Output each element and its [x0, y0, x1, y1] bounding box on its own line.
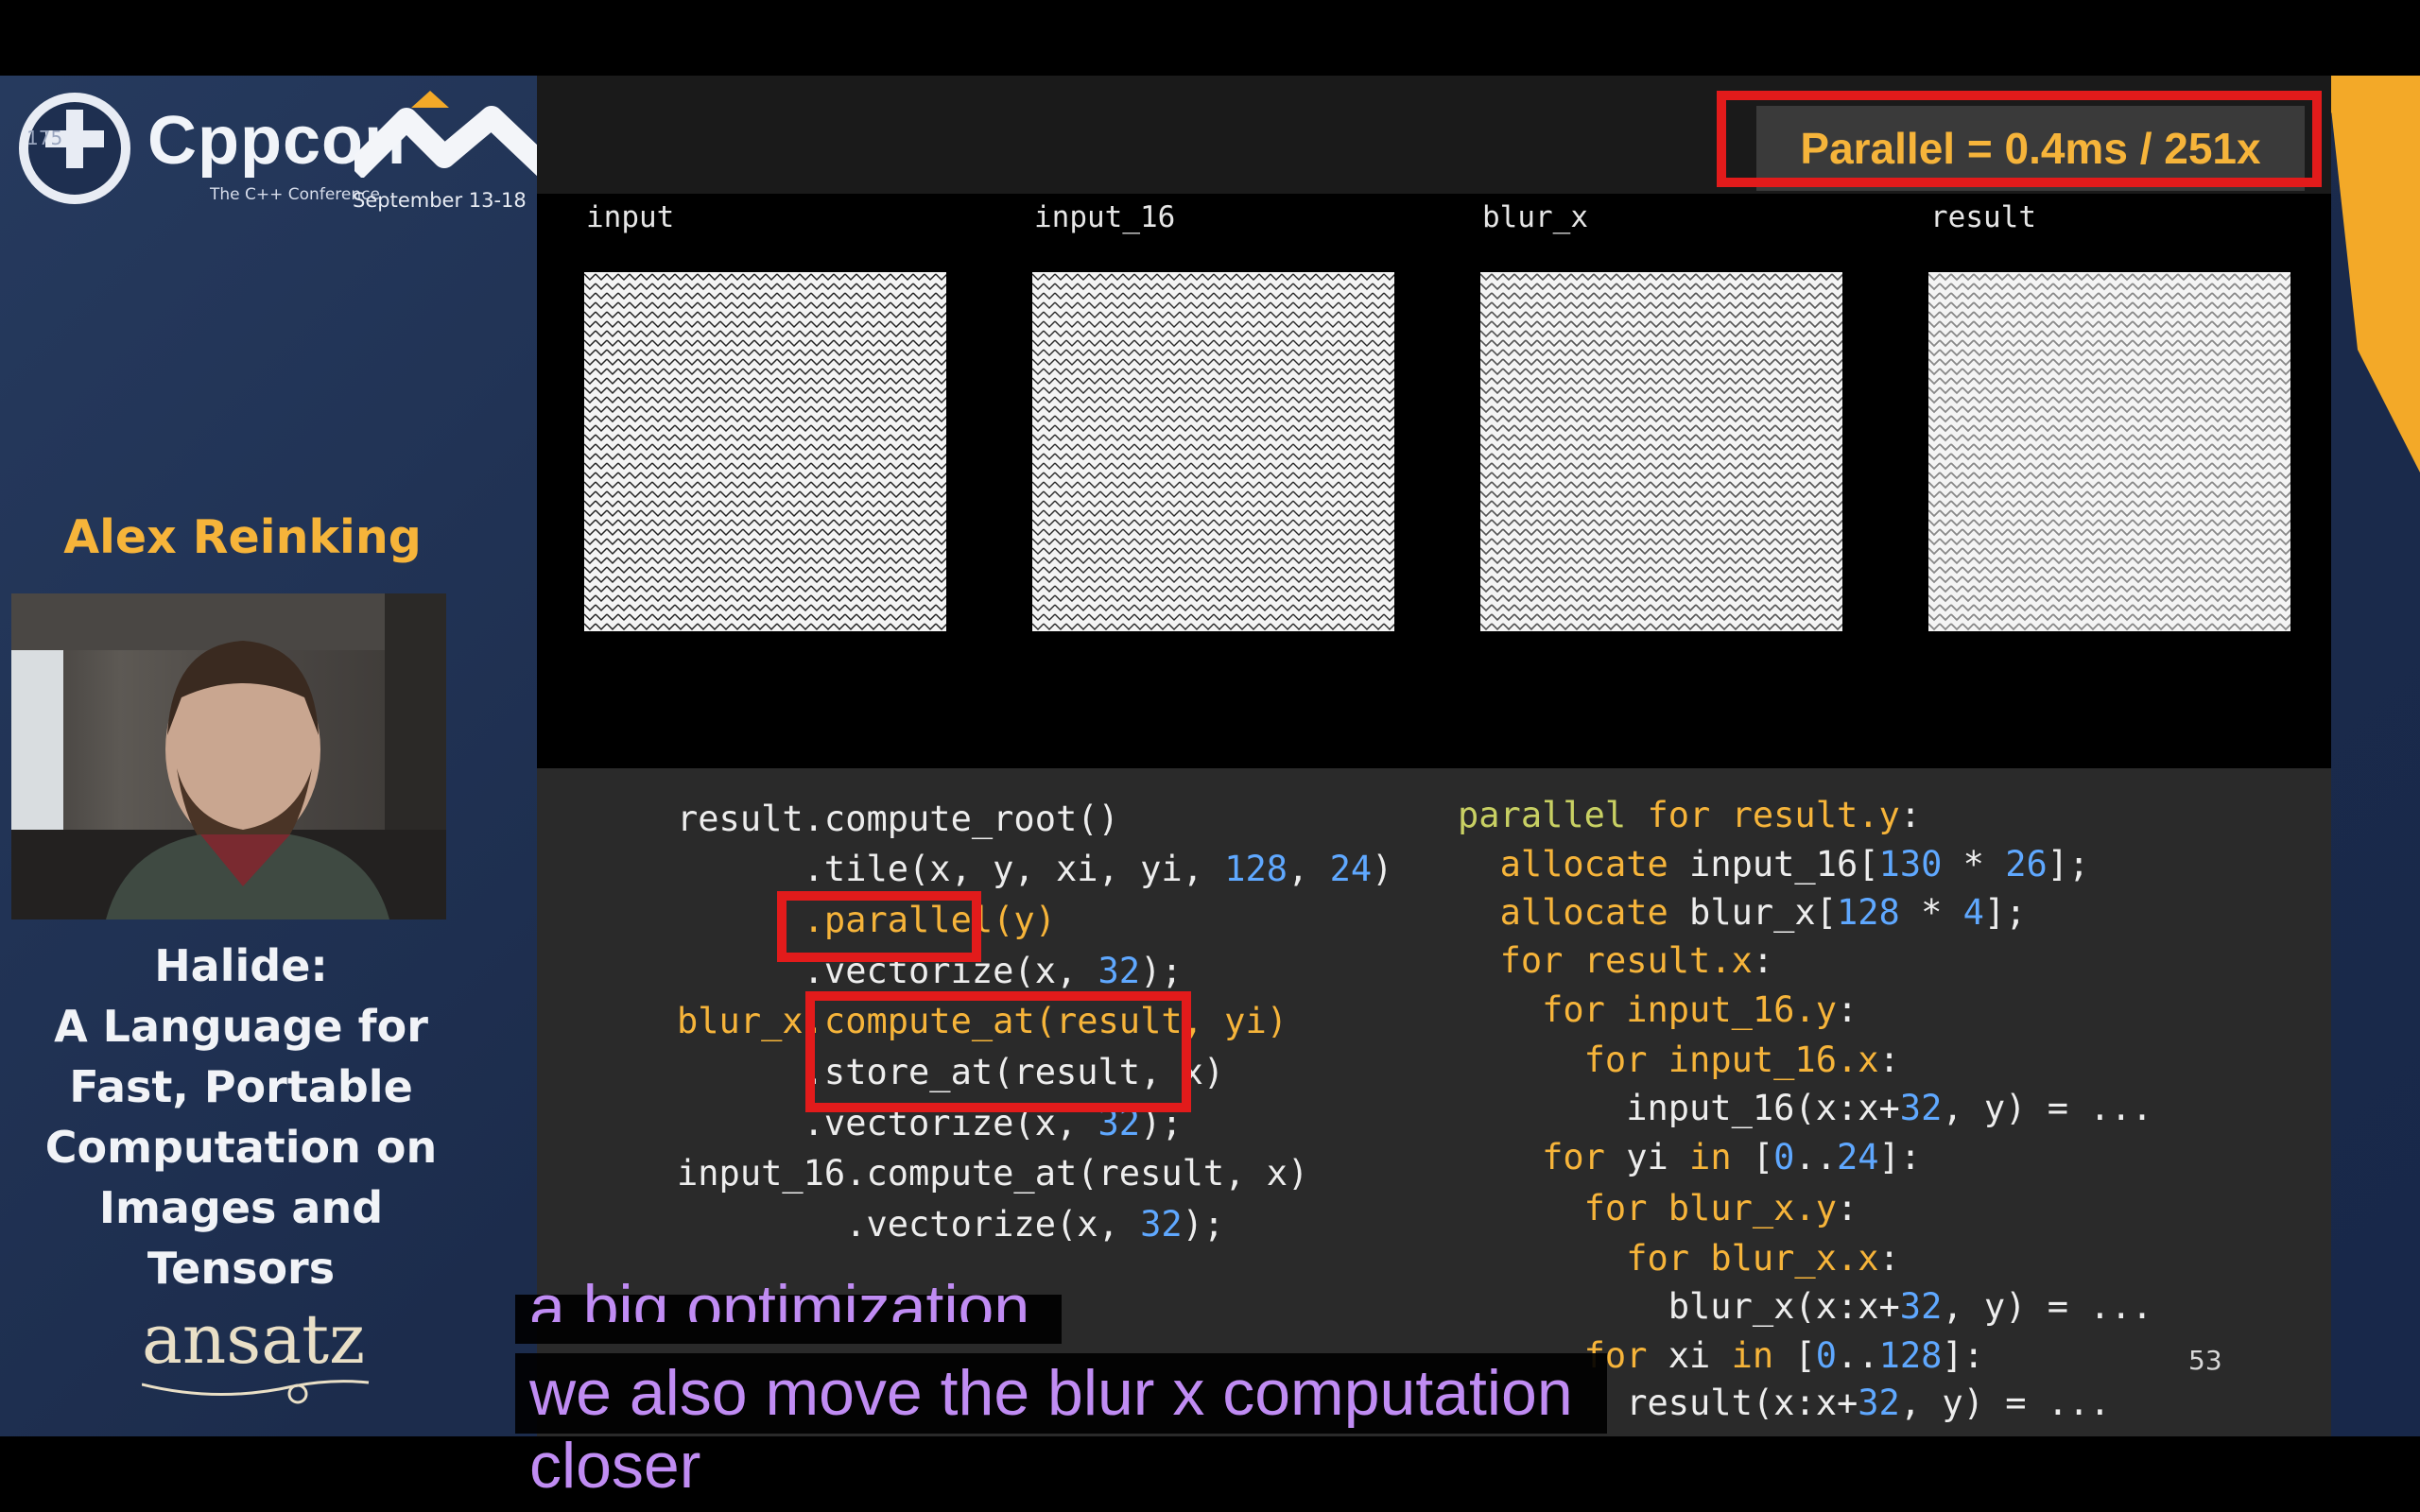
speaker-name: Alex Reinking — [63, 510, 422, 564]
talk-title-line: Halide: — [154, 940, 328, 991]
code-line: .tile(x, y, xi, yi, 128, 24) — [677, 849, 1393, 889]
video-top-letterbox — [0, 0, 2420, 76]
conference-dates: September 13-18 — [353, 189, 527, 212]
video-frame[interactable]: 175 Cppcon The C++ Conference September … — [0, 76, 2420, 1436]
code-line: .vectorize(x, 32); — [677, 1204, 1225, 1245]
image-preview-result — [1928, 272, 2290, 631]
code-line: allocate blur_x[128 * 4]; — [1499, 892, 2027, 933]
talk-title-line: Computation on — [44, 1122, 438, 1173]
image-label-result: result — [1930, 200, 2036, 234]
timing-highlight-box — [1717, 91, 2322, 187]
video-bottom-letterbox — [0, 1436, 2420, 1512]
sponsor-logo: ansatz — [142, 1299, 366, 1379]
caption-line-current: we also move the blur x computation — [529, 1357, 1573, 1429]
code-line: for input_16.x: — [1583, 1040, 1900, 1080]
talk-title-line: Fast, Portable — [69, 1061, 413, 1112]
presentation-slide: Parallel = 0.4ms / 251x input input_16 b… — [537, 76, 2331, 1436]
code-line: input_16.compute_at(result, x) — [677, 1153, 1309, 1194]
image-preview-blur-x — [1480, 272, 1842, 631]
sponsor-swash-icon — [142, 1380, 370, 1404]
zigzag-pattern-icon — [1480, 272, 1842, 631]
image-label-input: input — [586, 200, 675, 234]
talk-title-line: Tensors — [147, 1243, 336, 1294]
code-line: for blur_x.y: — [1583, 1188, 1858, 1228]
zigzag-pattern-icon — [1928, 272, 2290, 631]
image-preview-input-16 — [1032, 272, 1394, 631]
code-line: for result.x: — [1499, 940, 1774, 981]
mountain-logo-icon — [354, 91, 553, 178]
caption-line-next: closer — [529, 1430, 701, 1502]
talk-title: Halide: A Language for Fast, Portable Co… — [19, 936, 463, 1298]
code-line: for blur_x.x: — [1626, 1238, 1900, 1279]
image-label-blur-x: blur_x — [1482, 200, 1588, 234]
cppcon-logo: 175 Cppcon The C++ Conference September … — [19, 83, 553, 215]
parallel-highlight-box — [777, 891, 981, 962]
compute-at-highlight-box — [805, 991, 1191, 1112]
zigzag-pattern-icon — [1032, 272, 1394, 631]
code-line: for input_16.y: — [1542, 989, 1858, 1030]
talk-title-line: A Language for — [54, 1001, 428, 1052]
code-line: blur_x(x:x+32, y) = ... — [1458, 1286, 2153, 1327]
code-line: for yi in [0..24]: — [1542, 1137, 1922, 1177]
image-preview-input — [584, 272, 946, 631]
decor-orange-shape — [2316, 76, 2420, 472]
speaker-video — [11, 593, 446, 919]
talk-title-line: Images and — [98, 1182, 384, 1233]
code-line: result.compute_root() — [677, 799, 1119, 839]
code-line: parallel for result.y: — [1458, 795, 1922, 835]
code-line: allocate input_16[130 * 26]; — [1499, 844, 2090, 885]
zigzag-pattern-icon — [584, 272, 946, 631]
speaker-portrait-icon — [11, 593, 446, 919]
slide-page-number: 53 — [2188, 1345, 2222, 1376]
code-line: input_16(x:x+32, y) = ... — [1458, 1088, 2153, 1128]
image-label-input-16: input_16 — [1034, 200, 1176, 234]
session-badge: 175 — [26, 127, 63, 149]
